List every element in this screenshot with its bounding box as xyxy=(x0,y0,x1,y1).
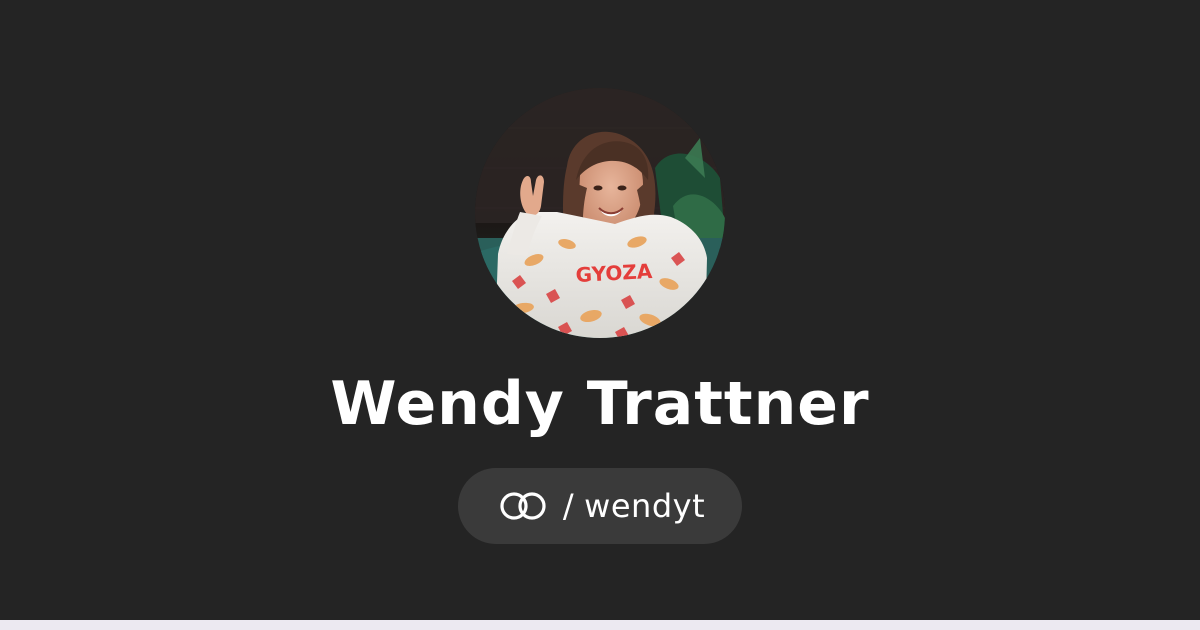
profile-name: Wendy Trattner xyxy=(330,369,870,439)
linked-rings-icon xyxy=(495,489,551,523)
profile-card: GYOZA Wendy Trattner / wendyt xyxy=(0,0,1200,630)
handle-username: wendyt xyxy=(584,487,706,525)
profile-handle-link[interactable]: / wendyt xyxy=(458,468,742,544)
avatar: GYOZA xyxy=(475,88,725,338)
profile-photo-illustration: GYOZA xyxy=(475,88,725,338)
handle-separator: / xyxy=(562,487,575,525)
footer-strip xyxy=(0,620,1200,630)
svg-text:GYOZA: GYOZA xyxy=(575,259,653,287)
